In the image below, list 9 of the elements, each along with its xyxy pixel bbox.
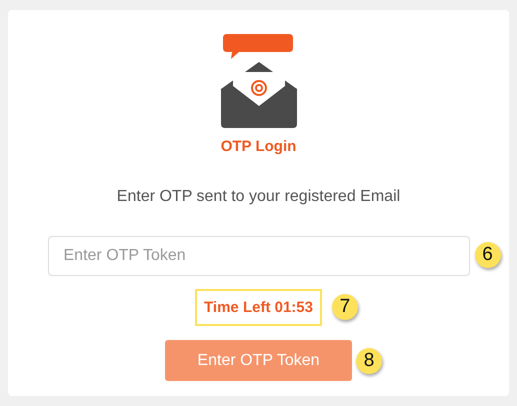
time-left-label: Time Left 01:53 <box>195 289 322 326</box>
callout-badge: 7 <box>332 294 358 320</box>
instruction-text: Enter OTP sent to your registered Email <box>116 188 400 206</box>
email-rating-icon <box>220 34 296 128</box>
login-title: OTP Login <box>220 138 296 155</box>
callout-badge: 8 <box>356 348 382 374</box>
submit-button[interactable]: Enter OTP Token <box>165 340 352 381</box>
otp-input-field[interactable]: Enter OTP Token <box>48 236 470 276</box>
callout-badge: 6 <box>474 242 500 268</box>
